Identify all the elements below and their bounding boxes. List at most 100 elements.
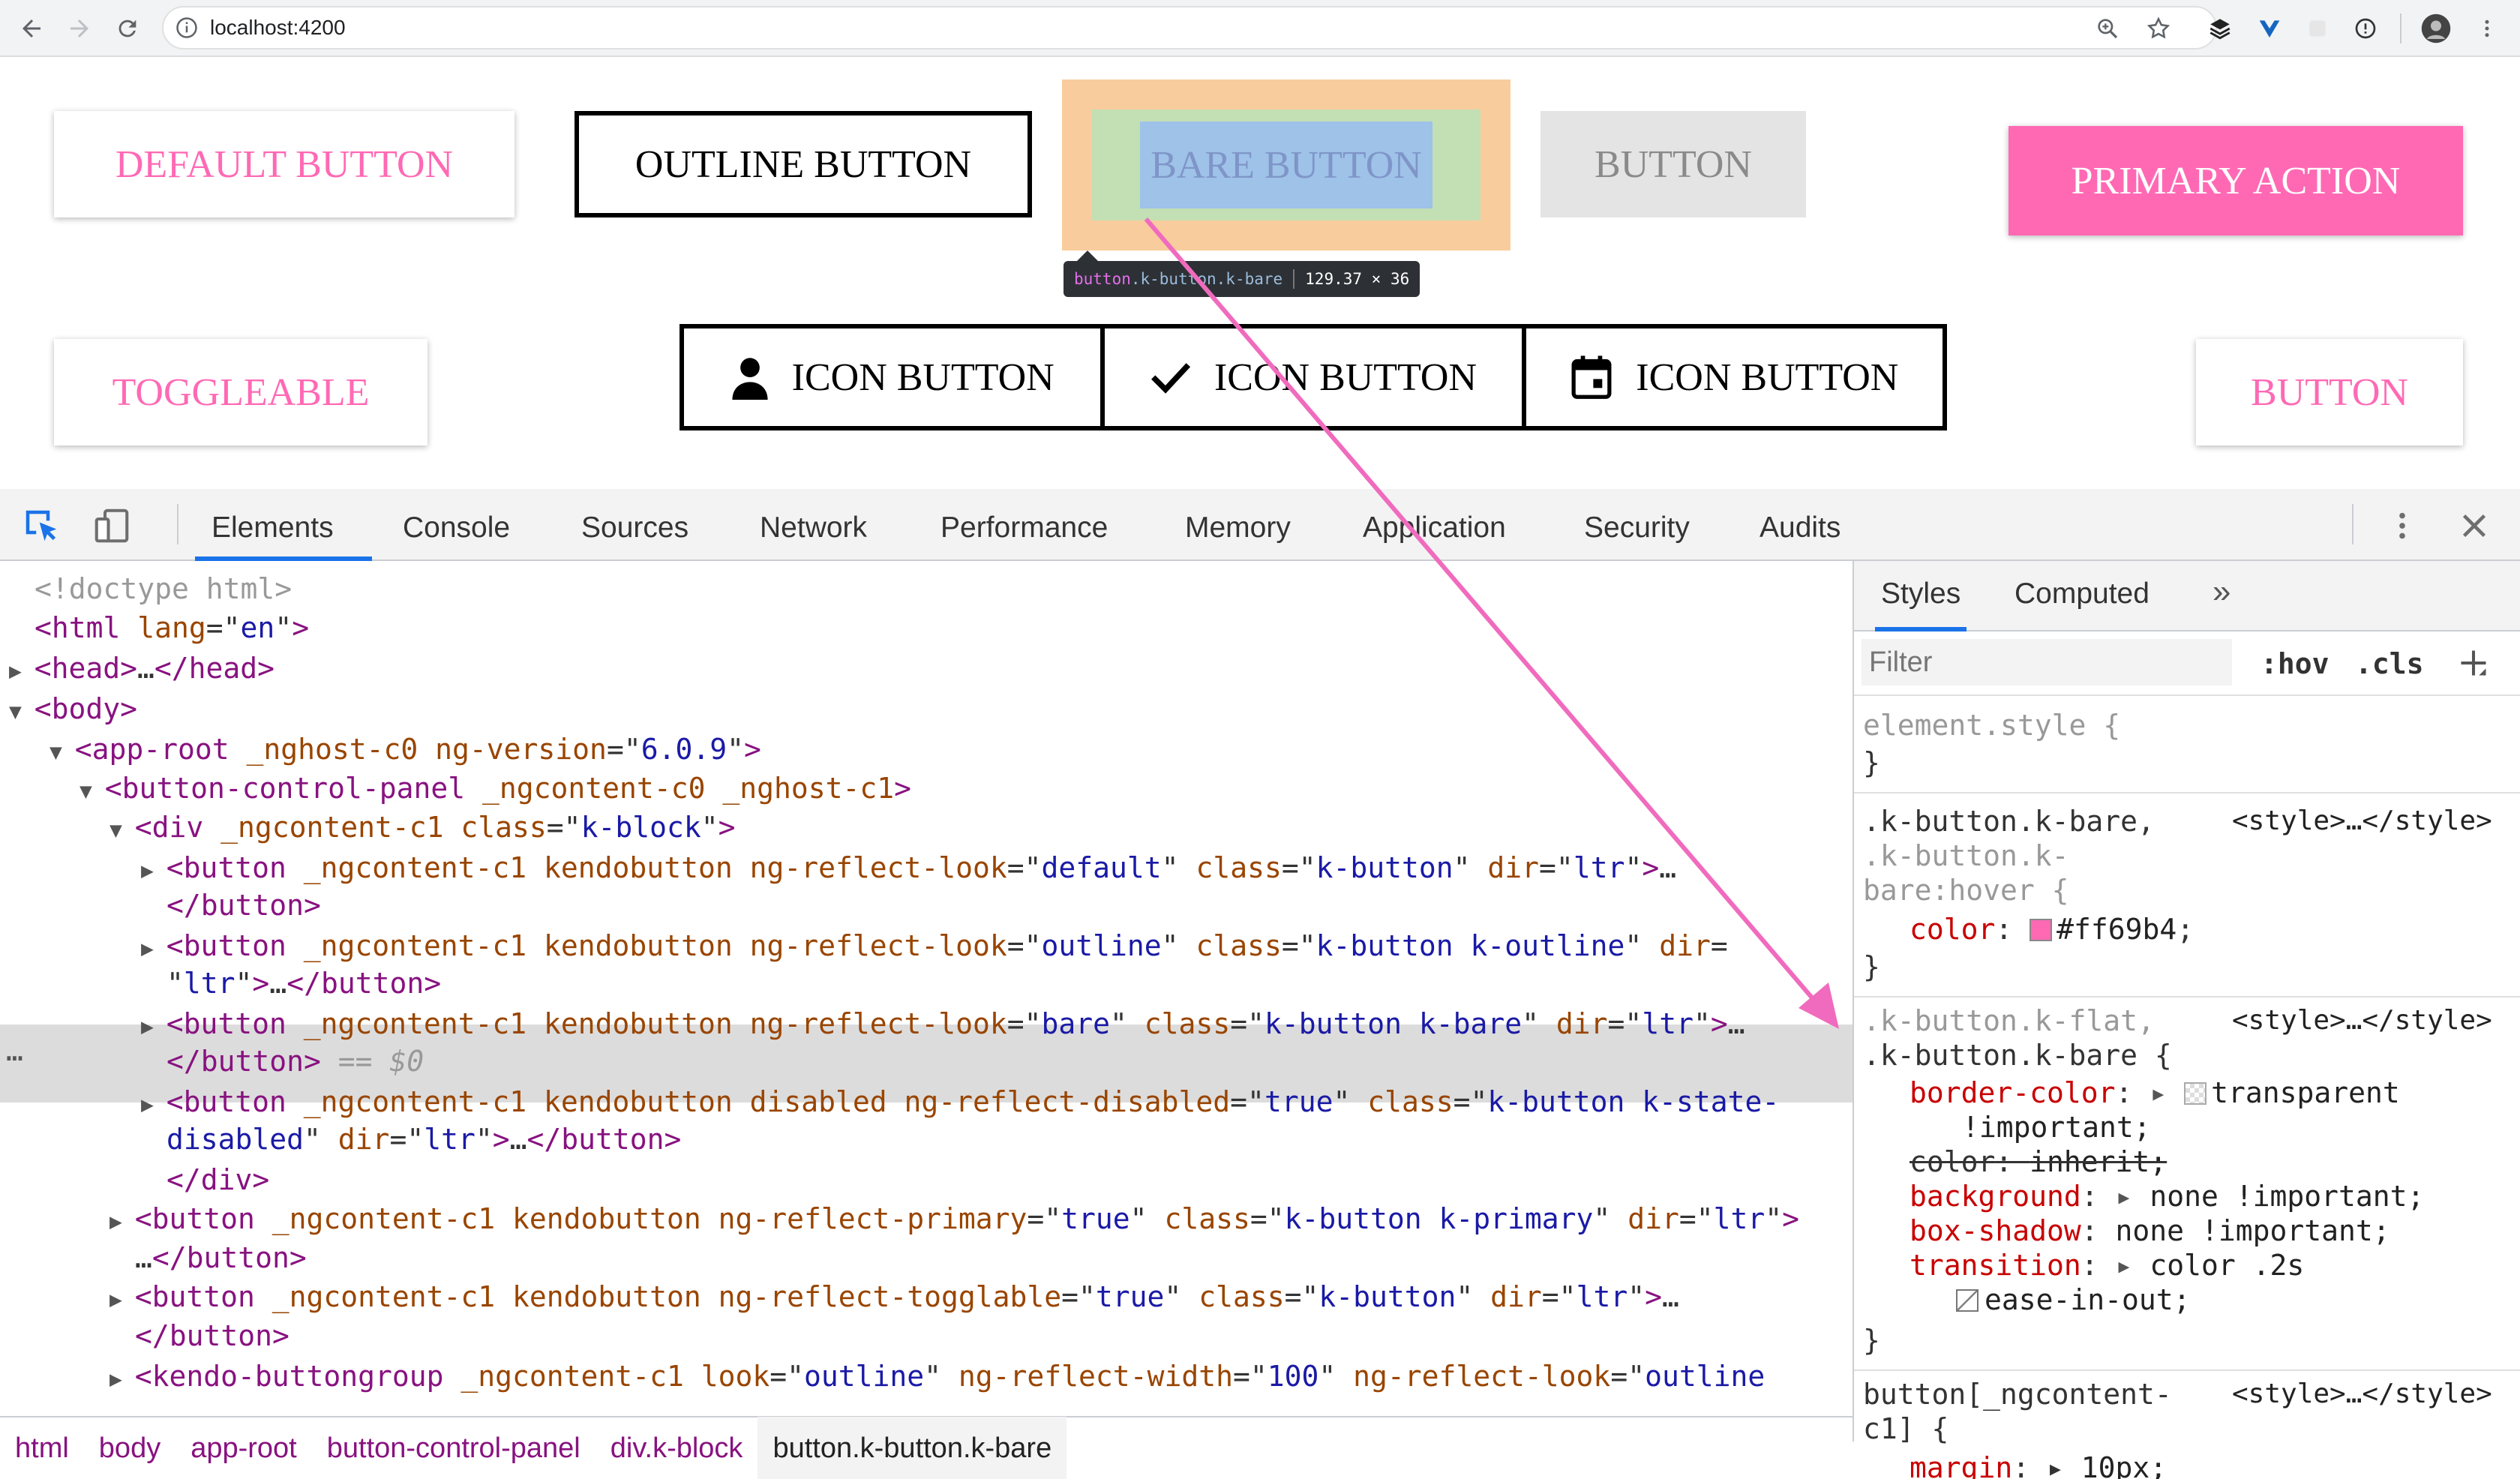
breadcrumb-item[interactable]: div.k-block <box>596 1417 758 1479</box>
cls-toggle[interactable]: .cls <box>2355 645 2424 682</box>
dom-node-line[interactable]: ▶ <button _ngcontent-c1 kendobutton ng-r… <box>141 1005 1745 1042</box>
collapse-triangle-icon[interactable]: ▼ <box>50 740 75 764</box>
sidebar-tab-styles[interactable]: Styles <box>1875 578 1967 632</box>
tab-network[interactable]: Network <box>760 489 867 561</box>
info-icon[interactable] <box>176 16 198 43</box>
dom-node-line[interactable]: ▶ <kendo-buttongroup _ngcontent-c1 look=… <box>110 1358 1765 1395</box>
css-prop-value[interactable]: none !important; <box>2150 1180 2424 1213</box>
breadcrumb-item[interactable]: button-control-panel <box>312 1417 596 1479</box>
dom-node-line[interactable]: disabled" dir="ltr">…</button> <box>166 1120 681 1158</box>
bare-button[interactable]: BARE BUTTON <box>1062 80 1510 250</box>
icon-button-check[interactable]: ICON BUTTON <box>1105 328 1526 426</box>
tab-memory[interactable]: Memory <box>1185 489 1291 561</box>
dom-node-line[interactable]: ▼ <div _ngcontent-c1 class="k-block"> <box>110 808 736 846</box>
new-style-rule-icon[interactable] <box>2457 646 2490 683</box>
avatar[interactable] <box>2416 9 2456 48</box>
icon-button-calendar[interactable]: ICON BUTTON <box>1526 328 1942 426</box>
dom-node-line[interactable]: ▶ <button _ngcontent-c1 kendobutton disa… <box>141 1083 1779 1120</box>
tab-security[interactable]: Security <box>1584 489 1690 561</box>
dom-node-line[interactable]: ▼ <button-control-panel _ngcontent-c0 _n… <box>80 770 911 807</box>
dom-node-line[interactable]: "ltr">…</button> <box>166 964 441 1002</box>
hov-toggle[interactable]: :hov <box>2260 645 2330 682</box>
address-bar[interactable] <box>162 6 2217 50</box>
zoom-icon[interactable] <box>2088 9 2127 48</box>
forward-button[interactable] <box>58 8 100 50</box>
sidebar-tab-computed[interactable]: Computed <box>2014 578 2150 610</box>
tab-audits[interactable]: Audits <box>1760 489 1840 561</box>
outline-button[interactable]: OUTLINE BUTTON <box>574 111 1032 218</box>
disabled-extension-icon[interactable] <box>2298 9 2337 48</box>
tab-performance[interactable]: Performance <box>940 489 1108 561</box>
info-extension-icon[interactable] <box>2346 9 2385 48</box>
back-button[interactable] <box>10 8 52 50</box>
tab-console[interactable]: Console <box>403 489 510 561</box>
disabled-button[interactable]: BUTTON <box>1540 111 1806 218</box>
dom-node-line[interactable]: ▶ <button _ngcontent-c1 kendobutton ng-r… <box>141 849 1676 886</box>
styles-filter-input[interactable] <box>1862 639 2232 686</box>
css-declaration[interactable]: border-color: ▸ transparent <box>1910 1074 2400 1112</box>
dom-node-line[interactable]: ▼ <body> <box>9 690 137 728</box>
color-swatch[interactable] <box>2030 919 2053 941</box>
css-declaration[interactable]: background: ▸ none !important; <box>1910 1178 2424 1215</box>
dom-node-line[interactable]: </button> <box>166 886 321 924</box>
tab-sources[interactable]: Sources <box>581 489 688 561</box>
rule1-prop-value[interactable]: #ff69b4 <box>2056 913 2176 946</box>
tab-application[interactable]: Application <box>1363 489 1506 561</box>
css-declaration[interactable]: transition: ▸ color .2s <box>1910 1246 2304 1284</box>
css-prop-value[interactable]: transparent <box>2211 1076 2400 1109</box>
chrome-menu-icon[interactable] <box>2468 9 2506 48</box>
dom-node-line[interactable]: </button> == $0 <box>166 1042 424 1080</box>
expand-triangle-icon[interactable]: ▶ <box>110 1287 135 1312</box>
expand-triangle-icon[interactable]: ▶ <box>141 936 166 961</box>
collapse-triangle-icon[interactable]: ▼ <box>80 778 105 803</box>
expand-shorthand-icon[interactable]: ▸ <box>2150 1076 2184 1109</box>
css-declaration[interactable]: box-shadow: none !important; <box>1910 1212 2390 1250</box>
dom-node-line[interactable]: </div> <box>166 1161 269 1198</box>
icon-button-user[interactable]: ICON BUTTON <box>684 328 1106 426</box>
layers-extension-icon[interactable] <box>2200 9 2240 48</box>
expand-triangle-icon[interactable]: ▶ <box>141 1014 166 1039</box>
css-prop-value[interactable]: inherit; <box>2030 1145 2167 1178</box>
css-prop-value[interactable]: color .2s <box>2150 1249 2304 1282</box>
expand-triangle-icon[interactable]: ▶ <box>110 1366 135 1391</box>
inspect-element-icon[interactable] <box>21 506 62 550</box>
primary-action-button[interactable]: PRIMARY ACTION <box>2008 126 2463 236</box>
dom-node-line[interactable]: </button> <box>135 1317 290 1354</box>
breadcrumb-item[interactable]: html <box>0 1417 84 1479</box>
expand-triangle-icon[interactable]: ▶ <box>110 1209 135 1234</box>
plain-button[interactable]: BUTTON <box>2196 339 2463 446</box>
dom-node-line[interactable]: <html lang="en"> <box>34 609 309 646</box>
dom-node-line[interactable]: ▼ <app-root _nghost-c0 ng-version="6.0.9… <box>50 730 761 768</box>
dom-node-line[interactable]: <!doctype html> <box>34 570 292 608</box>
tab-elements[interactable]: Elements <box>195 489 372 561</box>
color-swatch[interactable] <box>2184 1082 2207 1105</box>
close-icon[interactable] <box>2457 508 2492 547</box>
device-toolbar-icon[interactable] <box>92 506 132 550</box>
collapse-triangle-icon[interactable]: ▼ <box>110 818 135 842</box>
rule3-prop-value[interactable]: 10px; <box>2081 1451 2167 1479</box>
rule1-source-link[interactable]: <style>…</style> <box>2232 802 2492 840</box>
dom-node-line[interactable]: ▶ <button _ngcontent-c1 kendobutton ng-r… <box>110 1200 1799 1238</box>
expand-triangle-icon[interactable]: ▶ <box>141 1092 166 1117</box>
breadcrumb-item[interactable]: button.k-button.k-bare <box>758 1417 1067 1479</box>
sidebar-more-tabs[interactable]: » <box>2212 573 2230 610</box>
dom-node-line[interactable]: …</button> <box>135 1239 307 1276</box>
css-declaration[interactable]: color: inherit; <box>1910 1143 2167 1180</box>
easing-curve-icon[interactable] <box>1956 1289 1978 1312</box>
reload-button[interactable] <box>106 8 148 50</box>
default-button[interactable]: DEFAULT BUTTON <box>54 111 514 218</box>
breadcrumb-item[interactable]: app-root <box>176 1417 312 1479</box>
dom-node-line[interactable]: ▶ <button _ngcontent-c1 kendobutton ng-r… <box>141 927 1728 964</box>
expand-shorthand-icon[interactable]: ▸ <box>2116 1180 2150 1213</box>
bookmark-star-icon[interactable] <box>2139 9 2178 48</box>
rule2-source-link[interactable]: <style>…</style> <box>2232 1002 2492 1040</box>
collapse-triangle-icon[interactable]: ▼ <box>9 699 34 724</box>
expand-triangle-icon[interactable]: ▶ <box>141 858 166 883</box>
breadcrumb-item[interactable]: body <box>84 1417 176 1479</box>
expand-shorthand-icon[interactable]: ▸ <box>2116 1249 2150 1282</box>
toggleable-button[interactable]: TOGGLEABLE <box>54 339 428 446</box>
dom-node-line[interactable]: ▶ <button _ngcontent-c1 kendobutton ng-r… <box>110 1278 1679 1316</box>
rule3-source-link[interactable]: <style>…</style> <box>2232 1376 2492 1413</box>
devtools-menu-icon[interactable] <box>2385 507 2420 548</box>
expand-triangle-icon[interactable]: ▶ <box>9 658 34 683</box>
